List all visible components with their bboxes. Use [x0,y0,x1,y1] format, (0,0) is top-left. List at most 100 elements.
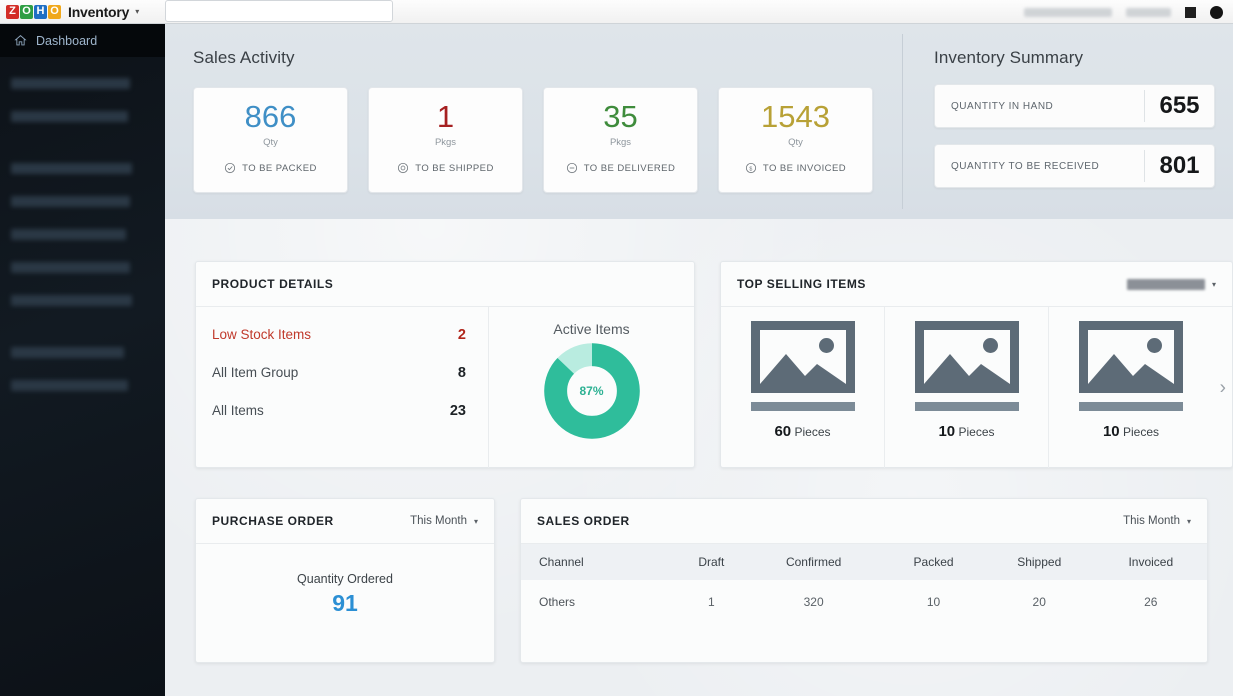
product-line-all-items[interactable]: All Items 23 [212,403,466,419]
chevron-down-icon[interactable]: ▾ [1187,517,1191,526]
sales-card-to-be-shipped[interactable]: 1 Pkgs TO BE SHIPPED [368,87,523,193]
placeholder-mountain-icon [759,354,846,384]
product-details-list: Low Stock Items 2 All Item Group 8 All I… [196,307,488,468]
shipped-circle-icon [398,162,409,174]
circle-icon[interactable] [1210,5,1223,19]
sales-card-value: 866 [244,99,297,134]
product-line-label: All Items [212,403,264,418]
redacted-label [11,347,124,358]
sidebar-item-redacted-4[interactable] [0,185,165,218]
top-selling-items-card: TOP SELLING ITEMS ▾ 60 Pieces 10 Pieces … [720,261,1233,468]
sales-card-to-be-invoiced[interactable]: 1543 Qty $ TO BE INVOICED [718,87,873,193]
sales-activity-title: Sales Activity [193,48,295,67]
main-content: Sales Activity 866 Qty TO BE PACKED 1 Pk… [165,24,1233,696]
purchase-order-filter[interactable]: This Month ▾ [410,515,478,527]
purchase-order-title: PURCHASE ORDER [212,514,334,528]
table-row[interactable]: Others 1 320 10 20 26 [521,580,1207,624]
sales-card-unit: Qty [788,137,803,148]
product-line-all-item-group[interactable]: All Item Group 8 [212,365,466,381]
chevron-down-icon[interactable]: ▾ [474,517,478,526]
product-line-value: 8 [457,365,466,381]
top-selling-item-2[interactable]: 10 Pieces [885,307,1049,468]
sales-order-filter[interactable]: This Month ▾ [1123,515,1191,527]
image-placeholder-icon [914,321,1019,393]
chevron-right-icon[interactable]: › [1220,378,1226,397]
inventory-row-quantity-in-hand[interactable]: QUANTITY IN HAND 655 [934,84,1215,128]
top-selling-item-qty-unit: Pieces [1123,425,1160,439]
top-selling-item-1[interactable]: 60 Pieces [721,307,885,468]
sidebar-item-redacted-8[interactable] [0,336,165,369]
sales-card-footer: TO BE DELIVERED [566,162,676,174]
inventory-row-label: QUANTITY TO BE RECEIVED [951,160,1100,172]
cell-invoiced: 26 [1144,595,1158,609]
column-header-confirmed: Confirmed [744,544,884,580]
sidebar-item-redacted-3[interactable] [0,152,165,185]
sidebar-item-redacted-9[interactable] [0,369,165,402]
inventory-row-value: 801 [1144,150,1214,182]
sidebar-menu [0,57,165,402]
top-selling-item-3[interactable]: 10 Pieces [1049,307,1213,468]
sidebar-item-redacted-6[interactable] [0,251,165,284]
sales-card-label: TO BE INVOICED [762,162,847,174]
column-header-shipped: Shipped [983,544,1095,580]
chevron-down-icon[interactable]: ▾ [1212,280,1216,289]
top-selling-item-qty-unit: Pieces [958,425,995,439]
placeholder-mountain-icon [923,354,1010,384]
sidebar-item-redacted-5[interactable] [0,218,165,251]
search-input[interactable] [165,0,393,22]
sidebar-item-dashboard[interactable]: Dashboard [0,24,165,57]
purchase-order-card: PURCHASE ORDER This Month ▾ Quantity Ord… [195,498,495,663]
home-icon [14,35,27,46]
square-icon[interactable] [1185,6,1196,18]
chevron-down-icon[interactable]: ▾ [135,7,139,16]
zoho-letter-o1: O [20,4,33,19]
product-line-value: 23 [449,403,466,419]
sales-card-to-be-packed[interactable]: 866 Qty TO BE PACKED [193,87,348,193]
zoho-letter-z: Z [6,4,19,19]
cell-channel: Others [539,595,576,609]
image-placeholder-icon [750,321,855,393]
image-placeholder-icon [1079,321,1183,393]
sales-order-header: SALES ORDER This Month ▾ [521,499,1207,544]
sales-activity-panel: Sales Activity 866 Qty TO BE PACKED 1 Pk… [165,24,902,219]
sidebar-item-redacted-1[interactable] [0,67,165,100]
dashboard-app: Z O H O Inventory ▾ Dashboard Sales Acti… [0,0,1233,696]
top-selling-item-qty: 60 Pieces [774,423,830,440]
item-name-placeholder-bar [1079,402,1183,411]
brand-logo[interactable]: Z O H O Inventory ▾ [0,4,139,20]
sidebar-item-redacted-7[interactable] [0,284,165,317]
redacted-filter-value [1126,278,1205,290]
sales-activity-cards: 866 Qty TO BE PACKED 1 Pkgs TO BE SHIPPE… [193,87,902,193]
top-selling-items-header: TOP SELLING ITEMS ▾ [721,262,1232,307]
sidebar-item-redacted-2[interactable] [0,100,165,133]
top-selling-filter[interactable]: ▾ [1126,278,1216,290]
inventory-row-quantity-to-be-received[interactable]: QUANTITY TO BE RECEIVED 801 [934,144,1215,188]
sales-card-to-be-delivered[interactable]: 35 Pkgs TO BE DELIVERED [543,87,698,193]
zoho-logo-icon: Z O H O [6,4,62,19]
product-details-card: PRODUCT DETAILS Low Stock Items 2 All It… [195,261,695,468]
product-line-label: All Item Group [212,365,299,380]
column-header-invoiced: Invoiced [1094,544,1207,580]
quantity-ordered-value: 91 [332,590,358,616]
inventory-row-value: 655 [1144,90,1214,122]
inventory-summary-title: Inventory Summary [934,48,1084,67]
redacted-label [11,196,130,207]
redacted-label [11,111,128,122]
donut-center-label: 87% [570,370,613,412]
product-details-title: PRODUCT DETAILS [212,277,334,291]
sales-card-label: TO BE PACKED [242,162,317,174]
item-name-placeholder-bar [914,402,1019,411]
column-header-draft: Draft [678,544,745,580]
sales-card-footer: TO BE SHIPPED [397,162,494,174]
redacted-label [11,229,126,240]
redacted-account-text [1024,7,1112,17]
top-selling-item-qty-value: 10 [938,423,956,440]
redacted-label [11,380,128,391]
sales-card-unit: Pkgs [609,137,632,148]
sales-card-unit: Qty [263,137,278,148]
product-details-body: Low Stock Items 2 All Item Group 8 All I… [196,307,694,468]
sales-card-label: TO BE DELIVERED [583,162,676,174]
product-line-low-stock-items[interactable]: Low Stock Items 2 [212,327,466,343]
sales-order-table: Channel Draft Confirmed Packed Shipped I… [521,544,1207,624]
cell-shipped: 20 [1032,595,1046,609]
